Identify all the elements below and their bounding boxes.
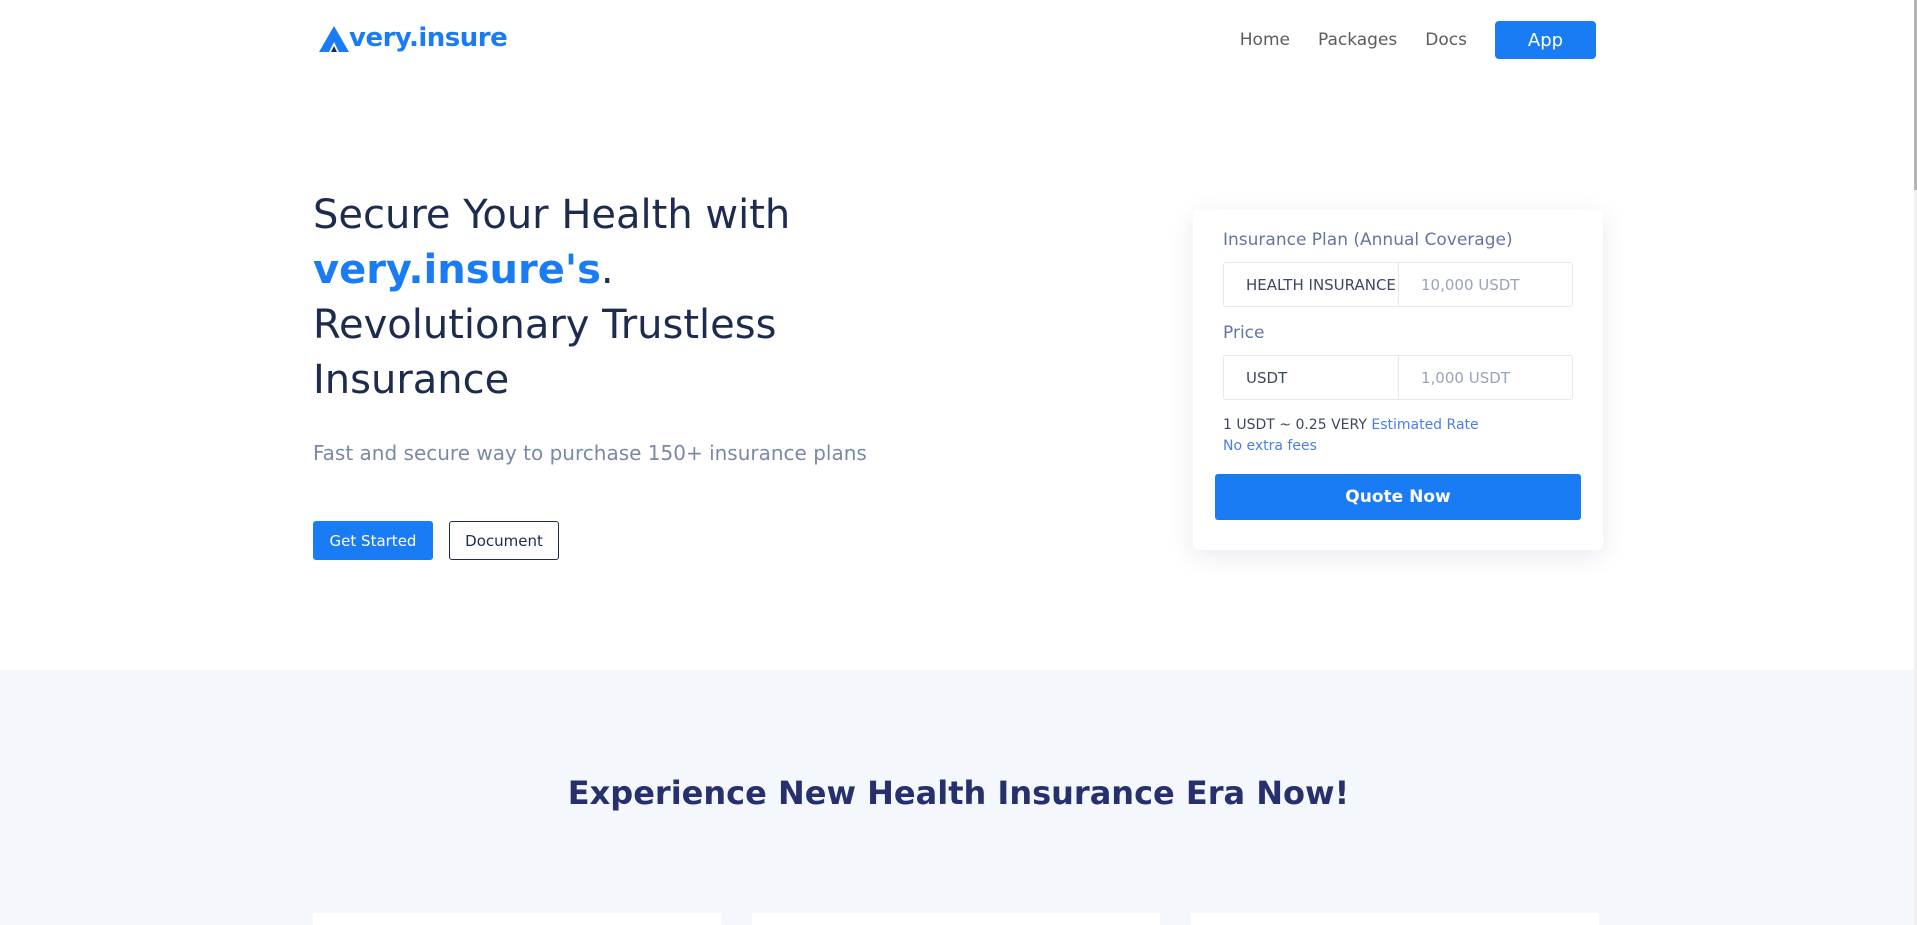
price-field-row: USDT 1,000 USDT [1223,355,1573,400]
hero-title: Secure Your Health with very.insure's. R… [313,188,933,408]
estimated-rate-note: Estimated Rate [1371,417,1479,433]
logo[interactable]: very.insure [317,22,508,54]
feature-card [313,913,721,925]
nav-docs[interactable]: Docs [1425,30,1467,50]
hero-title-brand: very.insure's [313,247,601,293]
hero-title-line1: Secure Your Health with [313,192,791,238]
hero-title-line3: Revolutionary Trustless [313,302,777,348]
section-title: Experience New Health Insurance Era Now! [567,774,1350,812]
nav-links: Home Packages Docs App [1240,21,1596,59]
quote-card: Insurance Plan (Annual Coverage) HEALTH … [1193,210,1603,550]
logo-text: very.insure [349,23,508,53]
feature-card [1191,913,1599,925]
plan-label: Insurance Plan (Annual Coverage) [1223,230,1513,250]
quote-now-button[interactable]: Quote Now [1215,474,1581,520]
hero-subtitle: Fast and secure way to purchase 150+ ins… [313,441,867,465]
top-navbar: very.insure Home Packages Docs App [0,0,1917,80]
price-label: Price [1223,323,1265,343]
fees-note: No extra fees [1223,438,1317,454]
coverage-input[interactable]: 10,000 USDT [1399,263,1572,306]
nav-packages[interactable]: Packages [1318,30,1397,50]
price-input[interactable]: 1,000 USDT [1399,356,1572,399]
hero-title-brand-suffix: . [600,247,614,293]
currency-select[interactable]: USDT [1224,356,1399,399]
rate-text: 1 USDT ~ 0.25 VERY [1223,417,1367,433]
get-started-button[interactable]: Get Started [313,521,433,560]
hero-title-line4: Insurance [313,357,510,403]
logo-mountain-icon [319,26,349,52]
feature-card [752,913,1160,925]
plan-select[interactable]: HEALTH INSURANCE [1224,263,1399,306]
rate-info: 1 USDT ~ 0.25 VERY Estimated Rate No ext… [1223,415,1479,457]
app-button[interactable]: App [1495,21,1596,59]
document-button[interactable]: Document [449,521,559,560]
plan-field-row: HEALTH INSURANCE 10,000 USDT [1223,262,1573,307]
nav-home[interactable]: Home [1240,30,1290,50]
features-section: Experience New Health Insurance Era Now! [0,670,1917,925]
